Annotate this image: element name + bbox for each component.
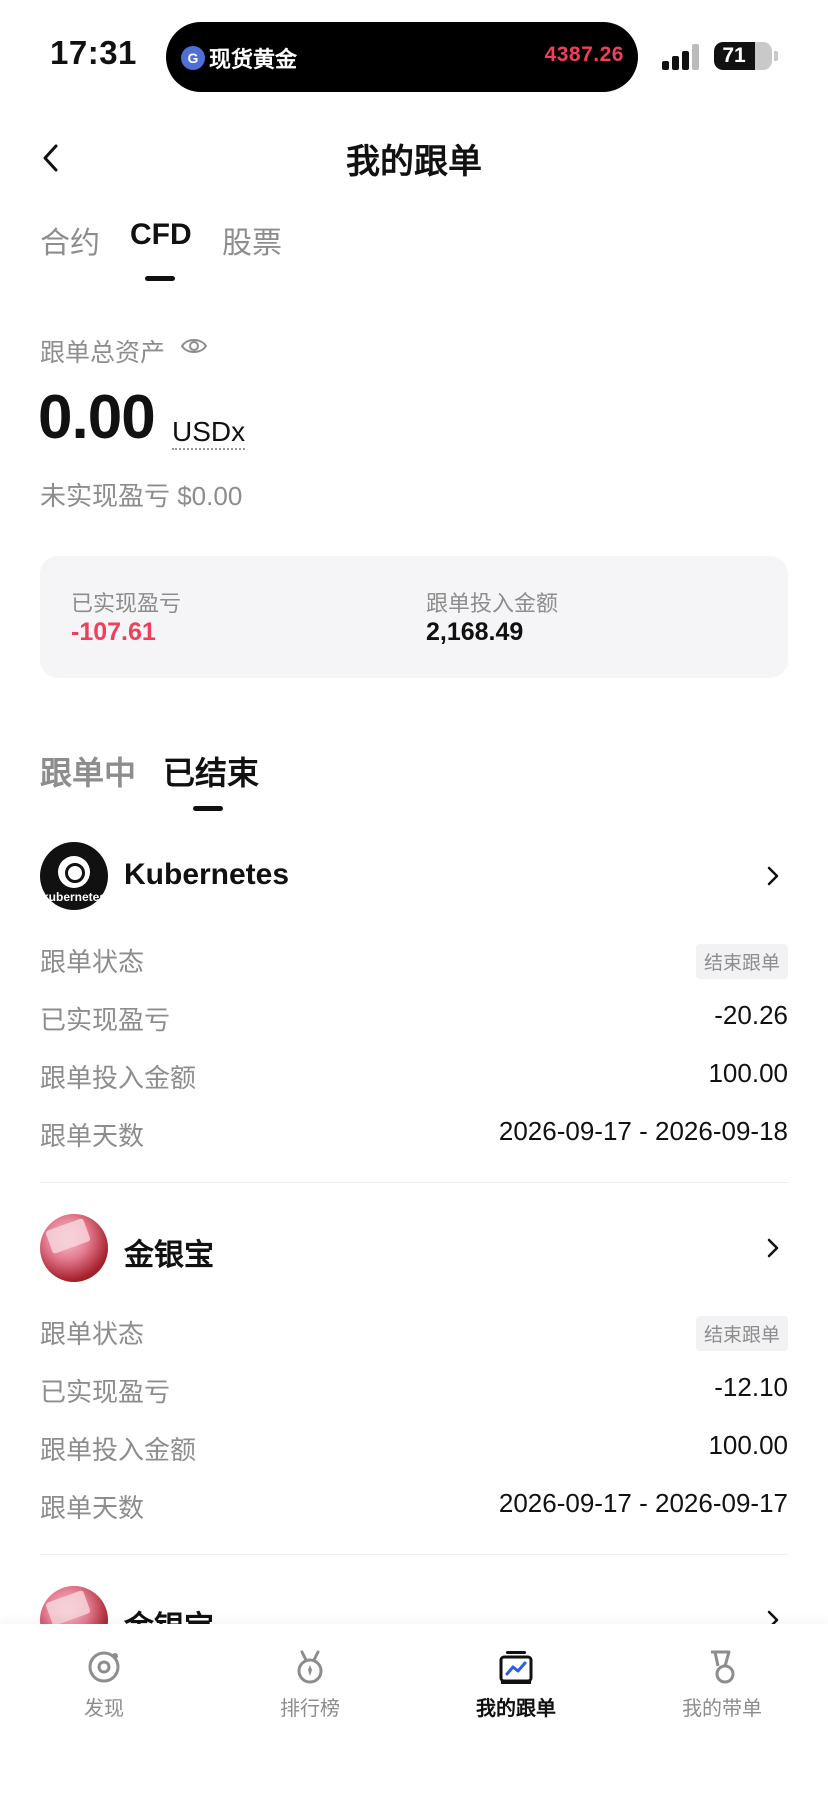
helm-wheel-icon bbox=[58, 856, 90, 888]
ticker-label: 现货黄金 bbox=[209, 47, 298, 72]
realized-pnl-value: -107.61 bbox=[71, 618, 156, 646]
nav-label: 发现 bbox=[84, 1698, 124, 1720]
nav-my-lead[interactable]: 我的带单 bbox=[642, 1648, 802, 1728]
discover-icon bbox=[88, 1651, 120, 1683]
avatar[interactable] bbox=[40, 1214, 108, 1282]
battery-level: 71 bbox=[722, 44, 746, 67]
unrealized-pnl: 未实现盈亏 $0.00 bbox=[40, 481, 243, 511]
tab-following[interactable]: 跟单中 bbox=[40, 748, 136, 794]
follow-status-label: 跟单状态 bbox=[40, 1319, 145, 1349]
tab-contract[interactable]: 合约 bbox=[40, 218, 100, 262]
realized-pnl-value: -20.26 bbox=[714, 1000, 788, 1030]
tab-ended[interactable]: 已结束 bbox=[163, 748, 259, 794]
ranking-medal-icon bbox=[297, 1650, 323, 1684]
divider bbox=[40, 1182, 788, 1183]
avatar[interactable]: kubernetes bbox=[40, 842, 108, 910]
trader-name[interactable]: 金银宝 bbox=[124, 1230, 214, 1274]
dynamic-island-ticker[interactable]: G 现货黄金 4387.26 bbox=[166, 22, 638, 92]
battery-icon: 71 bbox=[714, 42, 772, 70]
ticker-logo-icon: G bbox=[181, 46, 205, 70]
realized-pnl-label: 已实现盈亏 bbox=[40, 1377, 171, 1407]
status-bar: 17:31 G 现货黄金 4387.26 71 bbox=[0, 0, 828, 110]
nav-my-follow[interactable]: 我的跟单 bbox=[436, 1648, 596, 1728]
nav-ranking[interactable]: 排行榜 bbox=[230, 1648, 390, 1728]
tab-active-indicator bbox=[145, 276, 175, 281]
realized-pnl-label: 已实现盈亏 bbox=[71, 591, 182, 616]
follow-days-value: 2026-09-17 - 2026-09-17 bbox=[498, 1488, 788, 1518]
divider bbox=[40, 1554, 788, 1555]
realized-pnl-label: 已实现盈亏 bbox=[40, 1005, 171, 1035]
nav-discover[interactable]: 发现 bbox=[24, 1648, 184, 1728]
realized-pnl-value: -12.10 bbox=[714, 1372, 788, 1402]
page-title: 我的跟单 bbox=[346, 143, 482, 181]
battery-tip bbox=[774, 51, 778, 61]
chevron-right-icon[interactable] bbox=[760, 1234, 786, 1262]
my-lead-badge-icon bbox=[711, 1650, 735, 1684]
invested-amount-value: 2,168.49 bbox=[426, 618, 524, 646]
tab-stocks[interactable]: 股票 bbox=[222, 218, 282, 262]
total-assets-value: 0.00 bbox=[38, 383, 156, 452]
cellular-signal-icon bbox=[662, 44, 704, 70]
nav-label: 排行榜 bbox=[280, 1698, 340, 1720]
chevron-right-icon[interactable] bbox=[760, 862, 786, 890]
invested-amount-label: 跟单投入金额 bbox=[40, 1063, 197, 1093]
status-badge: 结束跟单 bbox=[695, 1316, 788, 1351]
follow-status-label: 跟单状态 bbox=[40, 947, 145, 977]
ticker-price: 4387.26 bbox=[544, 43, 624, 66]
bottom-nav: 发现 排行榜 我的跟单 我的带单 bbox=[0, 1624, 828, 1795]
invested-amount-value: 100.00 bbox=[708, 1058, 788, 1088]
total-assets-label: 跟单总资产 bbox=[40, 339, 166, 367]
section-tab-indicator bbox=[193, 806, 223, 811]
nav-label: 我的带单 bbox=[682, 1698, 762, 1720]
follow-record: 金银宝 跟单状态 结束跟单 已实现盈亏 -12.10 跟单投入金额 100.00… bbox=[40, 1214, 788, 1555]
follow-days-label: 跟单天数 bbox=[40, 1121, 145, 1151]
currency-unit-selector[interactable]: USDx bbox=[172, 416, 246, 450]
status-badge: 结束跟单 bbox=[695, 944, 788, 979]
nav-label: 我的跟单 bbox=[476, 1698, 556, 1720]
follow-days-value: 2026-09-17 - 2026-09-18 bbox=[498, 1116, 788, 1146]
invested-amount-label: 跟单投入金额 bbox=[426, 591, 559, 616]
follow-days-label: 跟单天数 bbox=[40, 1493, 145, 1523]
invested-amount-value: 100.00 bbox=[708, 1430, 788, 1460]
trader-name[interactable]: Kubernetes bbox=[124, 858, 289, 892]
eye-icon[interactable] bbox=[180, 335, 208, 357]
follow-record: kubernetes Kubernetes 跟单状态 结束跟单 已实现盈亏 -2… bbox=[40, 842, 788, 1183]
my-follow-chart-icon bbox=[499, 1651, 533, 1684]
tab-cfd[interactable]: CFD bbox=[130, 218, 192, 252]
status-time: 17:31 bbox=[50, 34, 137, 71]
invested-amount-label: 跟单投入金额 bbox=[40, 1435, 197, 1465]
summary-card: 已实现盈亏 -107.61 跟单投入金额 2,168.49 bbox=[40, 556, 788, 678]
avatar-caption: kubernetes bbox=[41, 890, 107, 904]
